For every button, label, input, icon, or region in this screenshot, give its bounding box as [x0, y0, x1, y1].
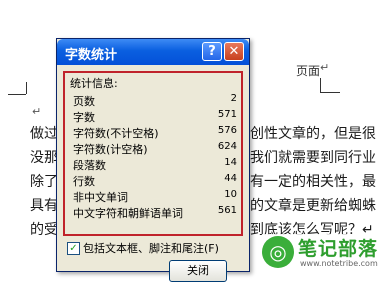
stat-key: 段落数: [73, 159, 106, 172]
stat-value: 2: [230, 93, 237, 104]
crop-mark: [8, 94, 26, 95]
stat-value: 576: [217, 125, 237, 136]
stat-value: 14: [224, 157, 237, 168]
include-textboxes-checkbox[interactable]: ✓: [67, 242, 80, 255]
watermark-url: www.notetribe.com: [300, 259, 378, 268]
stat-key: 非中文单词: [73, 191, 128, 204]
stat-value: 10: [224, 189, 237, 200]
page-header-label: 页面: [296, 64, 321, 78]
stat-row-words: 字数 571: [73, 109, 237, 124]
paragraph-mark: ↵: [32, 105, 42, 118]
crop-mark: [320, 78, 321, 92]
stat-row-lines: 行数 44: [73, 173, 237, 188]
doc-line-right: 创性文章的，但是很: [250, 126, 376, 142]
crop-mark: [26, 82, 27, 94]
stat-row-pages: 页数 2: [73, 93, 237, 108]
stat-key: 字符数(不计空格): [73, 127, 159, 140]
include-textboxes-label[interactable]: 包括文本框、脚注和尾注(F): [83, 240, 219, 256]
stat-key: 页数: [73, 95, 95, 108]
doc-line-right: 我们就需要到同行业: [250, 150, 376, 166]
doc-line-left: 做过: [30, 126, 58, 142]
doc-line-right: 的文章是更新给蜘蛛: [250, 198, 376, 214]
doc-line-left: 除了: [30, 174, 58, 190]
statistics-label: 统计信息:: [70, 77, 118, 90]
crop-mark: [320, 92, 340, 93]
dialog-titlebar[interactable]: 字数统计 ? ✕: [57, 39, 249, 65]
stat-row-chinese-korean-chars: 中文字符和朝鲜语单词 561: [73, 205, 237, 220]
statistics-group: 统计信息: 页数 2 字数 571 字符数(不计空格) 576 字符数(计空格)…: [63, 71, 243, 236]
stat-row-chars-no-spaces: 字符数(不计空格) 576: [73, 125, 237, 140]
doc-line-left: 的受: [30, 222, 58, 238]
close-button[interactable]: 关闭: [169, 260, 227, 282]
close-icon[interactable]: ✕: [224, 42, 244, 61]
stat-row-chars-with-spaces: 字符数(计空格) 624: [73, 141, 237, 156]
doc-line-left: 没那: [30, 150, 58, 166]
site-watermark: ◎ 笔记部落 www.notetribe.com: [262, 234, 378, 274]
stat-value: 624: [217, 141, 237, 152]
stat-value: 44: [224, 173, 237, 184]
word-count-dialog: 字数统计 ? ✕ 统计信息: 页数 2 字数 571 字符数(不计空格) 576…: [56, 38, 250, 282]
stat-value: 571: [217, 109, 237, 120]
stat-row-non-chinese-words: 非中文单词 10: [73, 189, 237, 204]
paragraph-mark: ↵: [320, 61, 330, 74]
doc-line-left: 具有: [30, 198, 58, 214]
stat-key: 中文字符和朝鲜语单词: [73, 207, 183, 220]
stat-value: 561: [217, 205, 237, 216]
stat-row-paragraphs: 段落数 14: [73, 157, 237, 172]
stat-key: 字数: [73, 111, 95, 124]
watermark-text: 笔记部落: [298, 238, 378, 260]
help-button[interactable]: ?: [202, 42, 222, 61]
stat-key: 行数: [73, 175, 95, 188]
stat-key: 字符数(计空格): [73, 143, 148, 156]
doc-line-right: 有一定的相关性，最: [250, 174, 376, 190]
watermark-logo-icon: ◎: [262, 236, 294, 268]
dialog-title: 字数统计: [65, 48, 118, 63]
